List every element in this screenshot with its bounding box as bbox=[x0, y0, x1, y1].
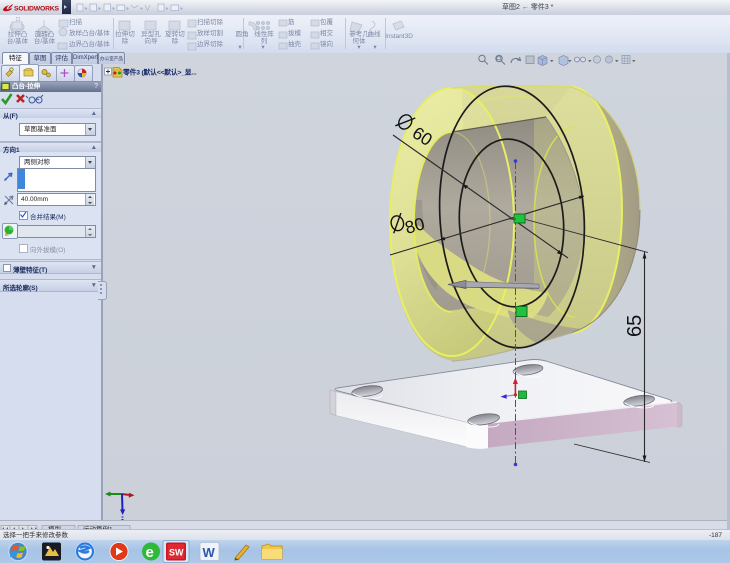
svg-text:零件3 (默认<<默认>_显...: 零件3 (默认<<默认>_显... bbox=[122, 68, 197, 77]
svg-text:e: e bbox=[146, 544, 154, 561]
svg-text:SW: SW bbox=[169, 548, 184, 558]
svg-text:65: 65 bbox=[624, 315, 646, 337]
svg-text:SOLIDWORKS: SOLIDWORKS bbox=[14, 6, 59, 13]
svg-text:W: W bbox=[203, 545, 216, 560]
